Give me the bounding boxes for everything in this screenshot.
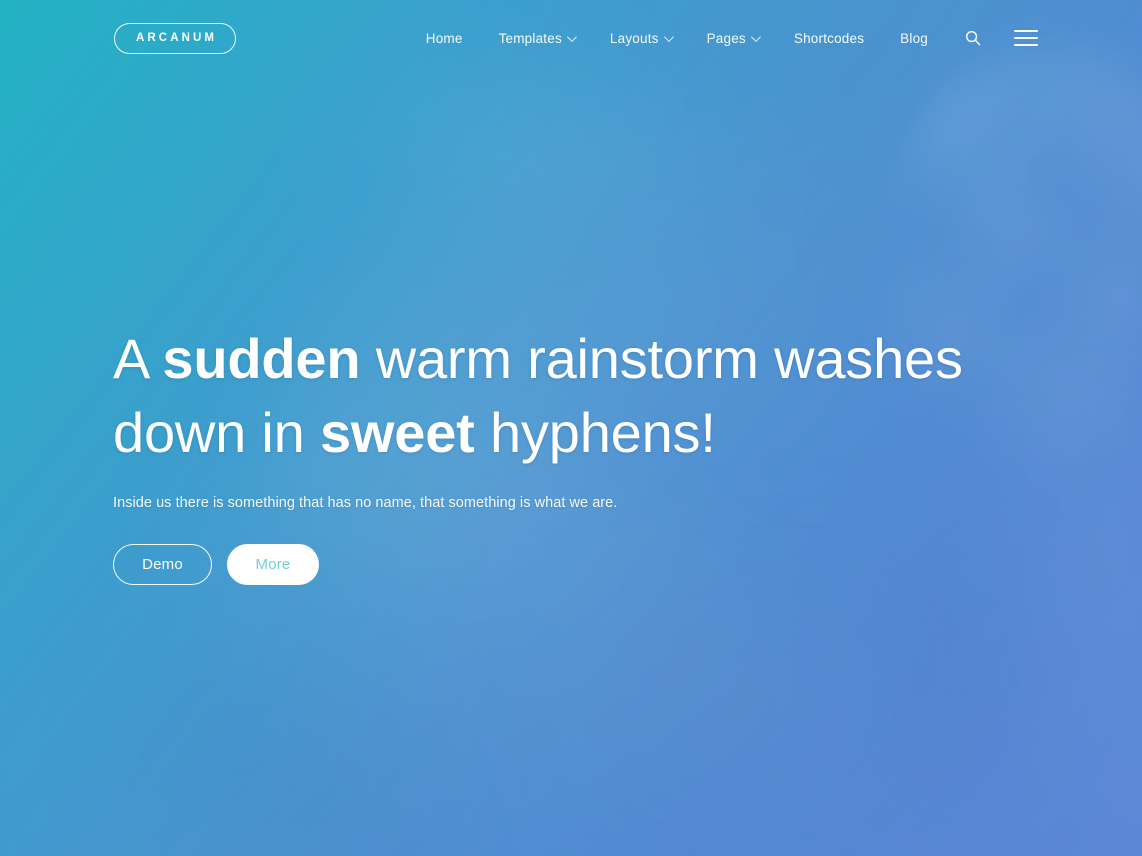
nav-item-shortcodes[interactable]: Shortcodes bbox=[794, 25, 864, 52]
hero-title-text: A bbox=[113, 327, 163, 390]
hero-title-text: hyphens! bbox=[474, 401, 716, 464]
chevron-down-icon bbox=[750, 31, 761, 42]
nav-item-blog-label: Blog bbox=[900, 30, 928, 46]
nav-item-pages-label: Pages bbox=[706, 30, 746, 46]
site-header: ARCANUM Home Templates Layouts Pages Sho… bbox=[0, 0, 1142, 76]
main-navigation: Home Templates Layouts Pages Shortcodes … bbox=[426, 25, 1038, 52]
hamburger-bar bbox=[1014, 30, 1038, 32]
hero-button-group: Demo More bbox=[113, 544, 1013, 585]
hero-content: A sudden warm rainstorm washes down in s… bbox=[113, 322, 1013, 585]
site-logo[interactable]: ARCANUM bbox=[114, 22, 236, 54]
hero-title-emphasis: sudden bbox=[162, 327, 361, 390]
nav-item-layouts-label: Layouts bbox=[609, 30, 659, 46]
search-icon[interactable] bbox=[965, 30, 981, 46]
nav-item-shortcodes-label: Shortcodes bbox=[793, 30, 865, 46]
nav-item-home-label: Home bbox=[425, 30, 463, 46]
chevron-down-icon bbox=[663, 31, 674, 42]
hero-title-line-1: A sudden warm rainstorm washes bbox=[113, 327, 963, 390]
nav-item-pages[interactable]: Pages bbox=[706, 25, 761, 52]
nav-item-templates[interactable]: Templates bbox=[498, 25, 577, 52]
hero-section: ARCANUM Home Templates Layouts Pages Sho… bbox=[0, 0, 1142, 856]
hero-subtitle: Inside us there is something that has no… bbox=[113, 495, 618, 511]
nav-item-home[interactable]: Home bbox=[426, 25, 463, 52]
hamburger-bar bbox=[1014, 37, 1038, 39]
hero-title-line-2: down in sweet hyphens! bbox=[113, 401, 716, 464]
more-button[interactable]: More bbox=[227, 544, 319, 585]
hero-title: A sudden warm rainstorm washes down in s… bbox=[113, 322, 1013, 470]
hero-title-text: warm rainstorm washes bbox=[360, 327, 963, 390]
hamburger-bar bbox=[1014, 44, 1038, 46]
nav-item-layouts[interactable]: Layouts bbox=[609, 25, 674, 52]
chevron-down-icon bbox=[566, 31, 577, 42]
hero-title-text: down in bbox=[113, 401, 320, 464]
hero-title-emphasis: sweet bbox=[319, 401, 475, 464]
hamburger-menu-icon[interactable] bbox=[1014, 30, 1038, 46]
nav-item-blog[interactable]: Blog bbox=[900, 25, 928, 52]
nav-item-templates-label: Templates bbox=[498, 30, 562, 46]
demo-button[interactable]: Demo bbox=[113, 544, 212, 585]
